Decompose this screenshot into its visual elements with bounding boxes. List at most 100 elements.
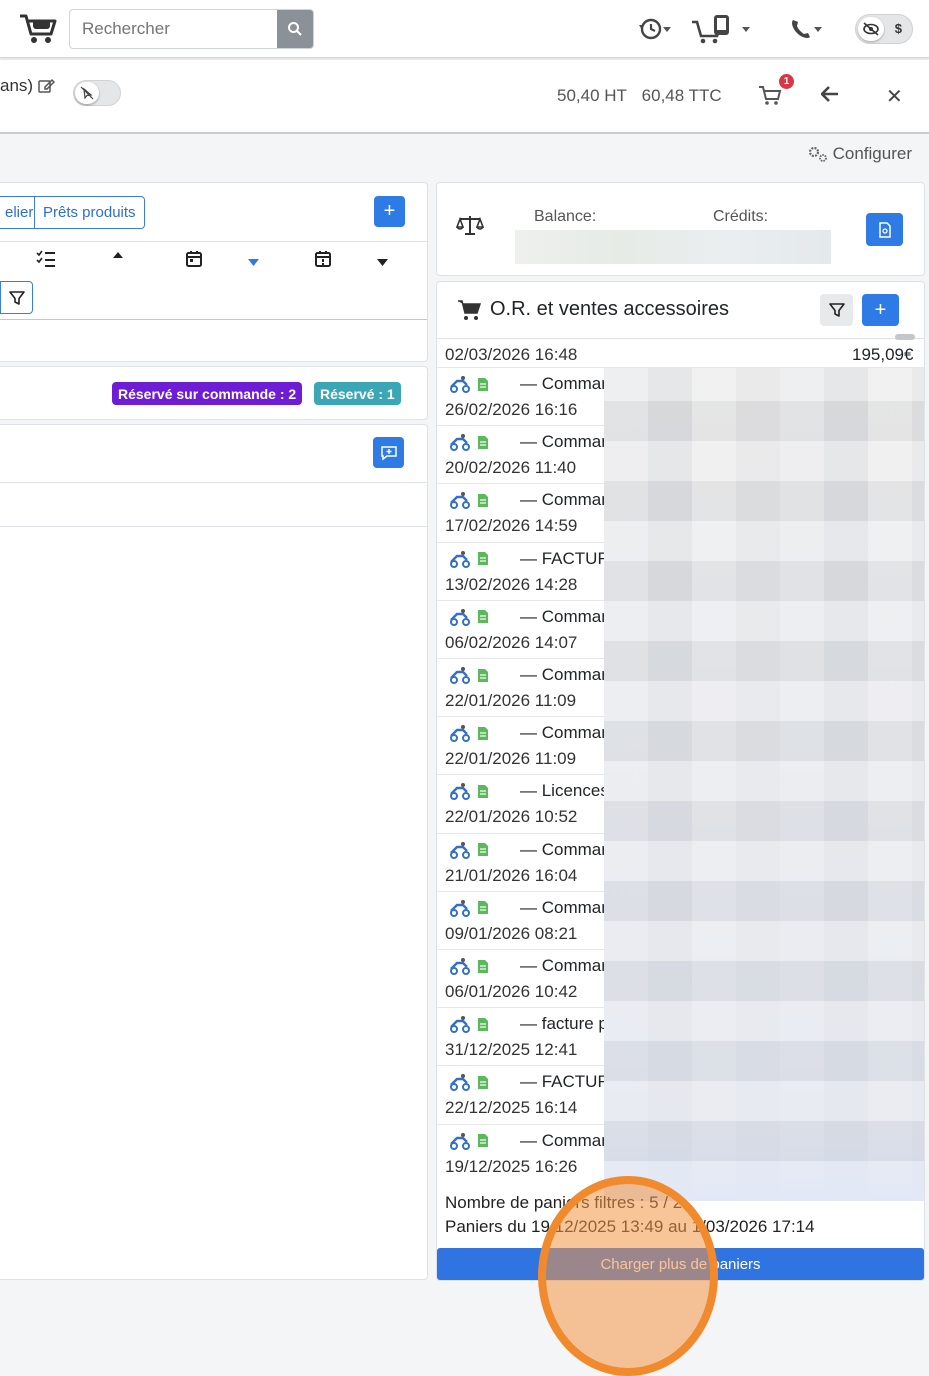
balance-values-blurred <box>515 230 831 264</box>
dollar-icon: $ <box>894 21 902 36</box>
edit-icon[interactable] <box>37 77 56 95</box>
row-icons <box>449 375 489 398</box>
motorcycle-workshop-icon <box>449 957 471 980</box>
row-icons <box>449 491 489 514</box>
top-navbar: $ <box>0 0 929 58</box>
divider <box>0 319 427 320</box>
plus-icon: + <box>383 200 396 222</box>
invoice-document-icon <box>477 668 489 688</box>
order-date: 19/12/2025 16:26 <box>445 1156 578 1176</box>
invoice-document-icon <box>477 726 489 746</box>
motorcycle-workshop-icon <box>449 724 471 747</box>
filtered-count-text: Nombre de paniers filtres : 5 / 2 <box>445 1193 683 1212</box>
calendar-alert-icon[interactable] <box>314 250 332 268</box>
motorcycle-workshop-icon <box>449 608 471 631</box>
load-more-button[interactable]: Charger plus de paniers <box>437 1248 924 1280</box>
configure-label: Configurer <box>832 144 912 163</box>
left-filter-button[interactable] <box>0 281 33 314</box>
search-input[interactable] <box>70 10 278 48</box>
row-icons <box>449 782 489 805</box>
order-date: 20/02/2026 11:40 <box>445 458 577 478</box>
checklist-icon[interactable] <box>36 250 56 268</box>
calendar-icon[interactable] <box>185 250 203 268</box>
order-date: 21/01/2026 16:04 <box>445 865 578 885</box>
add-order-button[interactable]: + <box>862 294 899 326</box>
phone-icon <box>792 20 822 38</box>
reserved-on-order-badge: Réservé sur commande : 2 <box>112 382 303 405</box>
order-date: 17/02/2026 14:59 <box>445 516 578 536</box>
sort-up-icon[interactable] <box>112 250 124 260</box>
add-button[interactable]: + <box>374 196 405 227</box>
row-icons <box>449 899 489 922</box>
history-icon <box>639 18 671 40</box>
motorcycle-workshop-icon <box>449 666 471 689</box>
invoice-document-icon <box>477 1075 489 1095</box>
credits-label: Crédits: <box>713 208 769 225</box>
invoice-document-icon <box>477 493 489 513</box>
sort-down-active-icon[interactable] <box>247 258 260 267</box>
eye-slash-icon <box>858 17 884 41</box>
filter-icon <box>828 303 845 317</box>
invoice-document-icon <box>477 377 489 397</box>
config-bar: Configurer <box>0 134 929 174</box>
divider <box>0 526 427 527</box>
history-dropdown[interactable] <box>637 14 675 44</box>
order-date: 22/01/2026 10:52 <box>445 807 578 827</box>
order-date: 06/01/2026 10:42 <box>445 982 578 1001</box>
tab-prets-produits[interactable]: Prêts produits <box>34 196 145 229</box>
redacted-order-details <box>604 368 924 1201</box>
customer-title: ans) <box>0 76 56 96</box>
phone-dropdown[interactable] <box>788 14 826 44</box>
total-ht: 50,40 HT <box>557 86 627 105</box>
comment-plus-icon <box>380 445 397 460</box>
sort-down-icon[interactable] <box>376 258 389 267</box>
moto-cart-logo-icon[interactable] <box>18 12 58 46</box>
document-search-icon <box>878 221 891 238</box>
motorcycle-workshop-icon <box>449 899 471 922</box>
orders-filter-button[interactable] <box>820 294 853 326</box>
cart-count-badge: 1 <box>779 74 794 89</box>
search-icon <box>288 22 302 36</box>
cart-icon[interactable] <box>758 84 782 106</box>
invoice-document-icon <box>477 784 489 804</box>
invoice-document-icon <box>477 1017 489 1037</box>
add-comment-button[interactable] <box>373 437 404 468</box>
search-button[interactable] <box>277 10 313 48</box>
motorcycle-workshop-icon <box>449 491 471 514</box>
row-icons <box>449 957 489 980</box>
total-ttc: 60,48 TTC <box>641 86 722 105</box>
order-date: 13/02/2026 14:28 <box>445 574 578 594</box>
motorcycle-workshop-icon <box>449 433 471 456</box>
privacy-toggle[interactable]: $ <box>855 14 913 44</box>
motorcycle-workshop-icon <box>449 1015 471 1038</box>
invoice-document-icon <box>477 1133 489 1153</box>
slash-cursor-icon <box>75 82 99 104</box>
cart-header-bar: ans) 50,40 HT 60,48 TTC 1 ✕ <box>0 60 929 134</box>
row-icons <box>449 433 489 456</box>
divider <box>0 241 427 242</box>
order-date: 31/12/2025 12:41 <box>445 1040 578 1060</box>
order-date: 22/01/2026 11:09 <box>445 691 577 710</box>
invoice-document-icon <box>477 900 489 920</box>
row-icons <box>449 550 489 573</box>
motorcycle-workshop-icon <box>449 782 471 805</box>
motorcycle-workshop-icon <box>449 1073 471 1096</box>
close-icon[interactable]: ✕ <box>886 84 903 109</box>
invoice-document-icon <box>477 435 489 455</box>
balance-scale-icon <box>456 216 484 235</box>
motorcycle-workshop-icon <box>449 550 471 573</box>
motorcycle-workshop-icon <box>449 1132 471 1155</box>
notes-panel <box>0 424 428 1280</box>
back-arrow-icon[interactable] <box>820 86 839 107</box>
divider <box>0 482 427 483</box>
devices-cart-dropdown[interactable] <box>690 14 756 44</box>
order-date: 26/02/2026 16:16 <box>445 400 578 419</box>
cart-device-icon <box>692 15 750 44</box>
balance-label: Balance: <box>534 208 597 225</box>
tax-toggle-switch[interactable] <box>73 80 121 106</box>
invoice-document-icon <box>477 609 489 629</box>
plus-icon: + <box>874 298 887 321</box>
configure-button[interactable]: Configurer <box>807 144 912 164</box>
balance-document-button[interactable] <box>866 213 903 246</box>
cart-totals: 50,40 HT 60,48 TTC <box>557 86 732 106</box>
